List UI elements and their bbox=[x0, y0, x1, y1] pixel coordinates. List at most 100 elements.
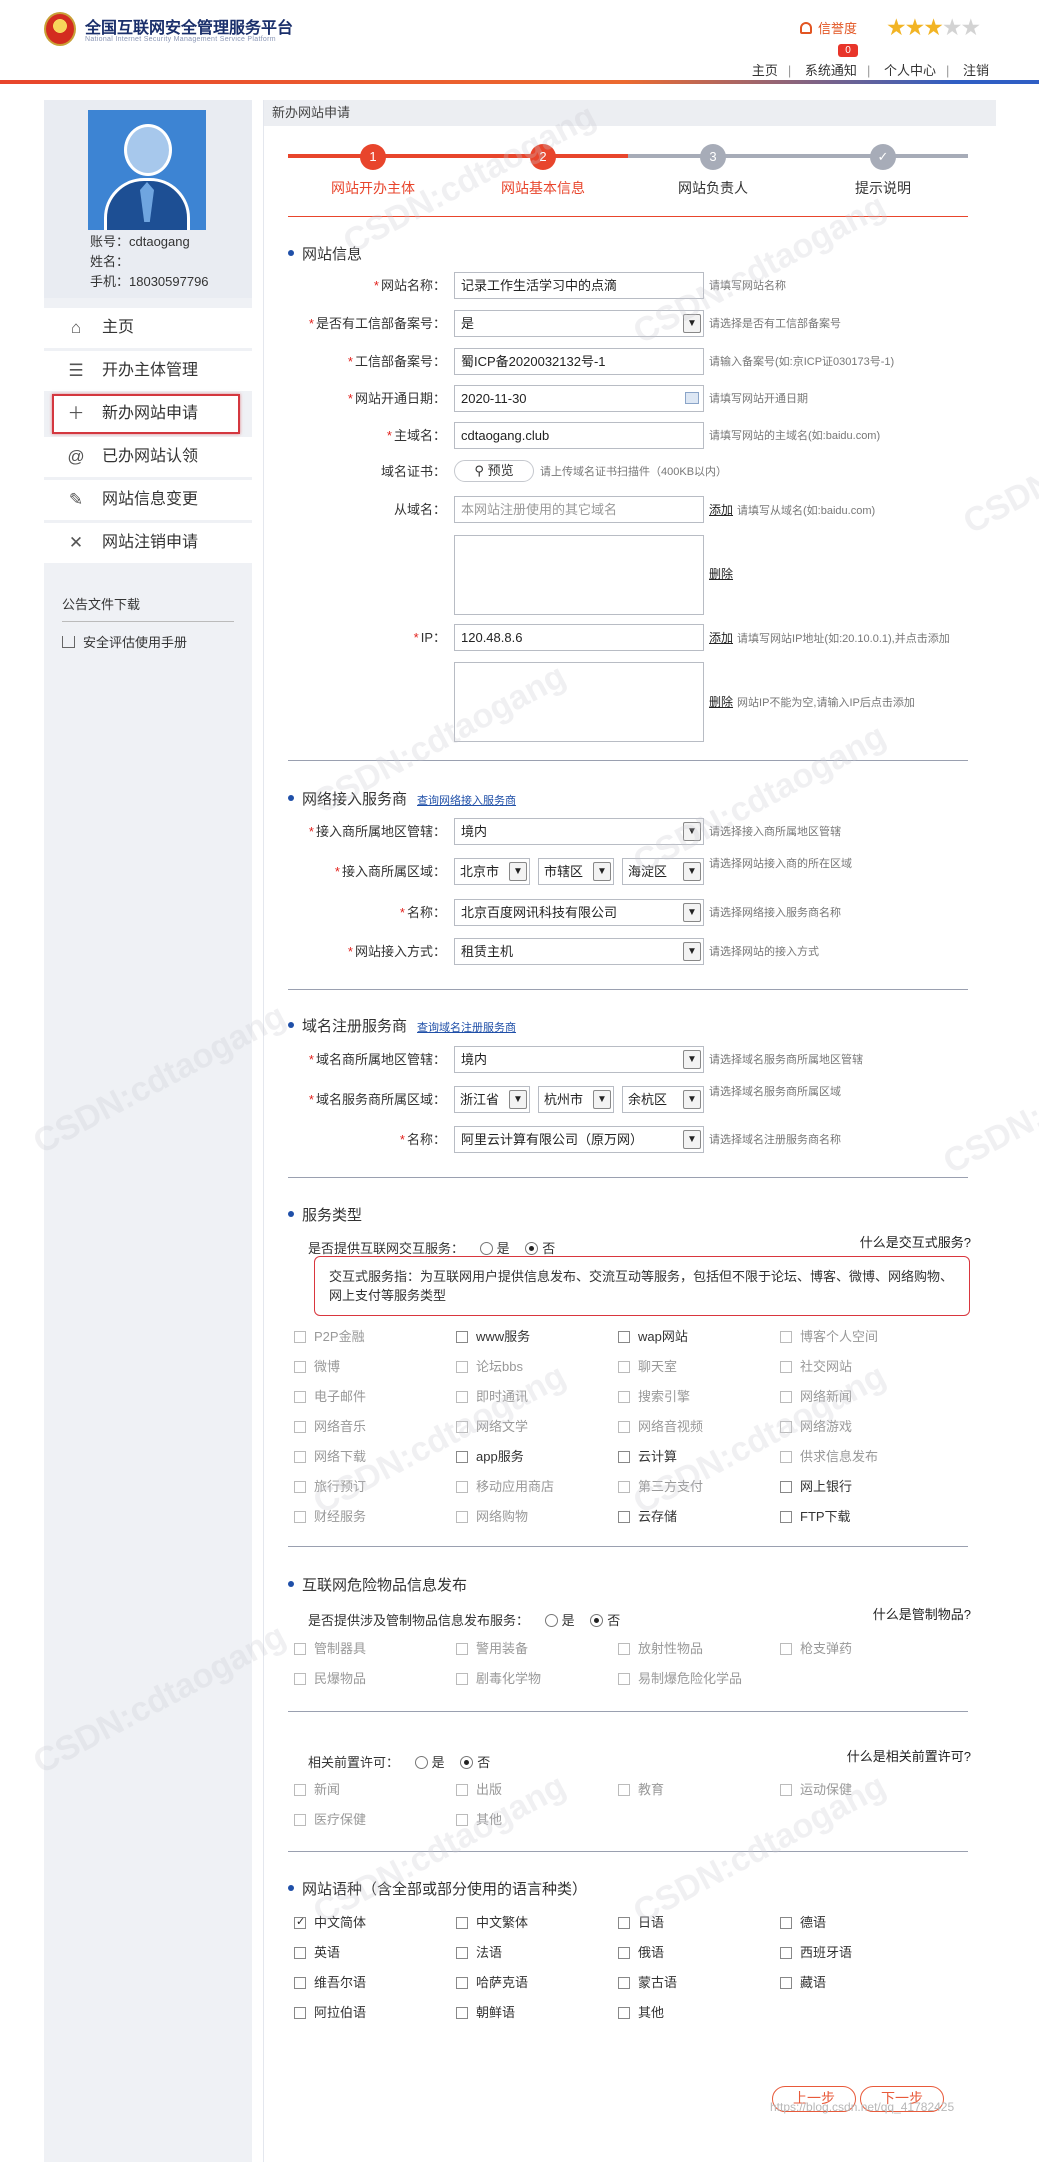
credit-rating[interactable]: 信誉度 bbox=[800, 18, 857, 37]
permit-yes-radio[interactable] bbox=[414, 1756, 428, 1769]
delete-sub-domain-link[interactable]: 删除 bbox=[709, 567, 733, 581]
icp-question-select[interactable]: 是 ▼ bbox=[454, 310, 704, 337]
checkbox-item[interactable]: 哈萨克语 bbox=[456, 1972, 528, 1991]
checkbox[interactable] bbox=[456, 1481, 468, 1493]
isp-district-select[interactable]: 海淀区 ▼ bbox=[622, 858, 704, 885]
checkbox[interactable] bbox=[294, 1391, 306, 1403]
sidebar-item-entity[interactable]: ☰ 开办主体管理 bbox=[44, 351, 252, 391]
checkbox[interactable] bbox=[780, 1784, 792, 1796]
interactive-yes-radio[interactable] bbox=[479, 1242, 493, 1255]
checkbox-item[interactable]: 剧毒化学物 bbox=[456, 1668, 541, 1687]
checkbox-item[interactable]: 供求信息发布 bbox=[780, 1446, 878, 1465]
checkbox-item[interactable]: 教育 bbox=[618, 1779, 664, 1798]
nav-home[interactable]: 主页 bbox=[752, 63, 778, 78]
add-sub-domain-link[interactable]: 添加 bbox=[709, 503, 733, 517]
danger-help-link[interactable]: 什么是管制物品? bbox=[873, 1604, 971, 1623]
checkbox[interactable] bbox=[294, 1421, 306, 1433]
checkbox-item[interactable]: 第三方支付 bbox=[618, 1476, 703, 1495]
checkbox-item[interactable]: 放射性物品 bbox=[618, 1638, 703, 1657]
checkbox-item[interactable]: 其他 bbox=[618, 2002, 664, 2021]
sub-domain-list[interactable] bbox=[454, 535, 704, 615]
checkbox[interactable] bbox=[618, 1451, 630, 1463]
checkbox-item[interactable]: wap网站 bbox=[618, 1326, 688, 1345]
checkbox-item[interactable]: 英语 bbox=[294, 1942, 340, 1961]
sidebar-item-cancel[interactable]: ✕ 网站注销申请 bbox=[44, 523, 252, 563]
checkbox-item[interactable]: 网络文学 bbox=[456, 1416, 528, 1435]
checkbox-item[interactable]: 即时通讯 bbox=[456, 1386, 528, 1405]
checkbox[interactable] bbox=[294, 1451, 306, 1463]
checkbox-item[interactable]: 云存储 bbox=[618, 1506, 677, 1525]
delete-ip-link[interactable]: 删除 bbox=[709, 695, 733, 709]
checkbox[interactable] bbox=[618, 1947, 630, 1959]
ip-input[interactable]: 120.48.8.6 bbox=[454, 624, 704, 651]
checkbox[interactable] bbox=[294, 1915, 306, 1929]
checkbox[interactable] bbox=[780, 1331, 792, 1343]
danger-no-radio[interactable] bbox=[590, 1614, 604, 1627]
checkbox[interactable] bbox=[618, 1481, 630, 1493]
checkbox-item[interactable]: 云计算 bbox=[618, 1446, 677, 1465]
checkbox[interactable] bbox=[456, 1917, 468, 1929]
checkbox-item[interactable]: 网络下载 bbox=[294, 1446, 366, 1465]
checkbox[interactable] bbox=[456, 1391, 468, 1403]
checkbox[interactable] bbox=[294, 1511, 306, 1523]
checkbox-item[interactable]: 日语 bbox=[618, 1912, 664, 1931]
cert-preview-button[interactable]: ⚲ 预览 bbox=[454, 460, 534, 482]
isp-name-select[interactable]: 北京百度网讯科技有限公司 ▼ bbox=[454, 899, 704, 926]
checkbox-item[interactable]: 德语 bbox=[780, 1912, 826, 1931]
checkbox-item[interactable]: 网上银行 bbox=[780, 1476, 852, 1495]
nav-notices[interactable]: 系统通知 bbox=[805, 63, 857, 78]
danger-yes-radio[interactable] bbox=[544, 1614, 558, 1627]
checkbox-item[interactable]: 枪支弹药 bbox=[780, 1638, 852, 1657]
checkbox[interactable] bbox=[294, 1673, 306, 1685]
sidebar-item-claim[interactable]: @ 已办网站认领 bbox=[44, 437, 252, 477]
icp-number-input[interactable]: 蜀ICP备2020032132号-1 bbox=[454, 348, 704, 375]
checkbox-item[interactable]: 社交网站 bbox=[780, 1356, 852, 1375]
checkbox[interactable] bbox=[618, 1643, 630, 1655]
checkbox-item[interactable]: 西班牙语 bbox=[780, 1942, 852, 1961]
checkbox[interactable] bbox=[780, 1451, 792, 1463]
checkbox-item[interactable]: 新闻 bbox=[294, 1779, 340, 1798]
checkbox-item[interactable]: 其他 bbox=[456, 1809, 502, 1828]
checkbox-item[interactable]: 搜索引擎 bbox=[618, 1386, 690, 1405]
checkbox[interactable] bbox=[456, 1977, 468, 1989]
checkbox[interactable] bbox=[294, 1481, 306, 1493]
checkbox-item[interactable]: 财经服务 bbox=[294, 1506, 366, 1525]
registrar-province-select[interactable]: 浙江省 ▼ bbox=[454, 1086, 530, 1113]
isp-city-select[interactable]: 市辖区 ▼ bbox=[538, 858, 614, 885]
checkbox-item[interactable]: 网络新闻 bbox=[780, 1386, 852, 1405]
checkbox[interactable] bbox=[294, 1784, 306, 1796]
checkbox[interactable] bbox=[456, 1451, 468, 1463]
checkbox[interactable] bbox=[456, 1331, 468, 1343]
isp-area-select[interactable]: 境内 ▼ bbox=[454, 818, 704, 845]
sidebar-item-new-site[interactable]: ＋新办网站申请 bbox=[52, 394, 240, 434]
checkbox-item[interactable]: 聊天室 bbox=[618, 1356, 677, 1375]
checkbox-item[interactable]: app服务 bbox=[456, 1446, 524, 1465]
checkbox[interactable] bbox=[780, 1481, 792, 1493]
checkbox[interactable] bbox=[780, 1511, 792, 1523]
checkbox[interactable] bbox=[294, 1361, 306, 1373]
checkbox[interactable] bbox=[456, 1947, 468, 1959]
checkbox-item[interactable]: 微博 bbox=[294, 1356, 340, 1375]
checkbox-item[interactable]: 阿拉伯语 bbox=[294, 2002, 366, 2021]
checkbox[interactable] bbox=[780, 1361, 792, 1373]
checkbox[interactable] bbox=[456, 1361, 468, 1373]
permit-help-link[interactable]: 什么是相关前置许可? bbox=[847, 1746, 971, 1765]
checkbox[interactable] bbox=[618, 1421, 630, 1433]
checkbox[interactable] bbox=[780, 1421, 792, 1433]
checkbox[interactable] bbox=[618, 1673, 630, 1685]
permit-no-radio[interactable] bbox=[460, 1756, 474, 1769]
open-date-input[interactable]: 2020-11-30 bbox=[454, 385, 704, 412]
checkbox[interactable] bbox=[456, 1784, 468, 1796]
checkbox-item[interactable]: 法语 bbox=[456, 1942, 502, 1961]
checkbox[interactable] bbox=[294, 1643, 306, 1655]
checkbox[interactable] bbox=[456, 2007, 468, 2019]
sidebar-item-change[interactable]: ✎ 网站信息变更 bbox=[44, 480, 252, 520]
checkbox-item[interactable]: 中文繁体 bbox=[456, 1912, 528, 1931]
checkbox[interactable] bbox=[456, 1673, 468, 1685]
checkbox[interactable] bbox=[618, 1511, 630, 1523]
nav-logout[interactable]: 注销 bbox=[963, 63, 989, 78]
ip-list[interactable] bbox=[454, 662, 704, 742]
checkbox[interactable] bbox=[618, 1917, 630, 1929]
checkbox[interactable] bbox=[294, 2007, 306, 2019]
checkbox-item[interactable]: 藏语 bbox=[780, 1972, 826, 1991]
